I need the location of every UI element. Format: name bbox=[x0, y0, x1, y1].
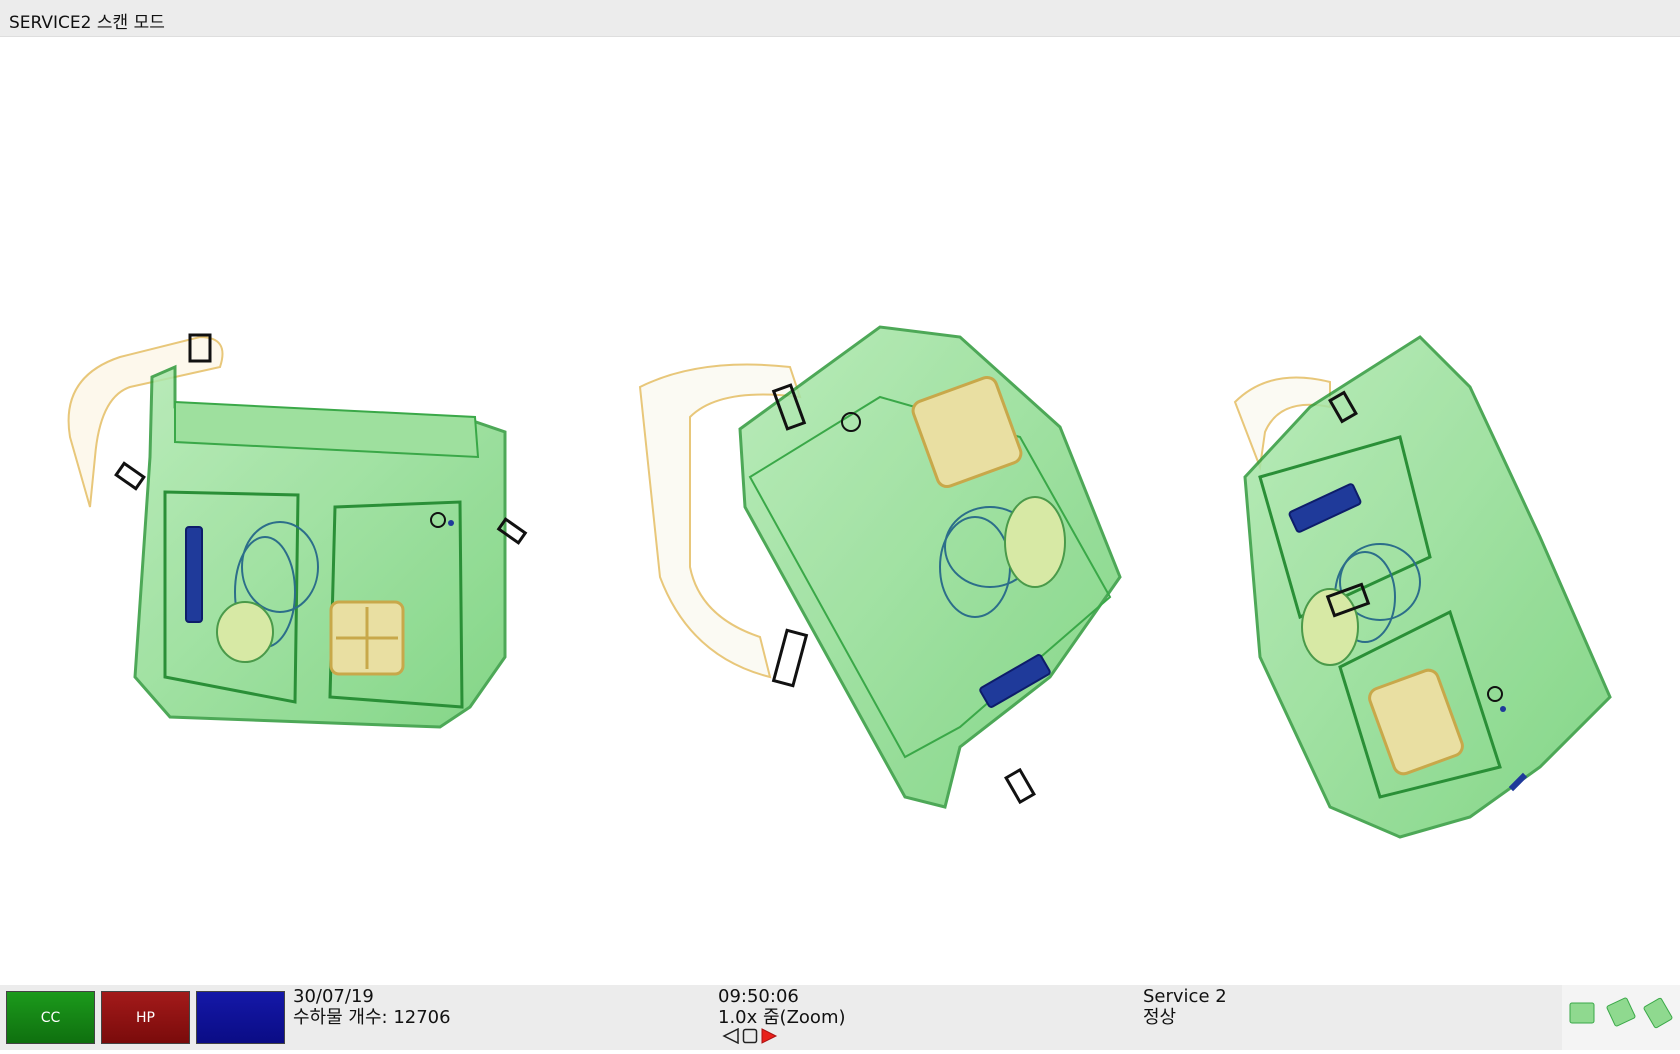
xray-bag-3 bbox=[1233, 335, 1612, 839]
zoom-text: 1.0x 줌(Zoom) bbox=[718, 1007, 846, 1028]
cc-button[interactable]: CC bbox=[6, 991, 95, 1044]
square-outline-icon[interactable] bbox=[742, 1028, 758, 1048]
station-text: Service 2 bbox=[1143, 986, 1227, 1007]
thumbnail-bag-1[interactable] bbox=[1569, 1002, 1595, 1024]
date-text: 30/07/19 bbox=[293, 986, 374, 1007]
window-title: SERVICE2 스캔 모드 bbox=[9, 13, 165, 33]
time-zoom-info: 09:50:06 1.0x 줌(Zoom) bbox=[718, 986, 846, 1028]
triangle-right-red-icon[interactable] bbox=[760, 1028, 778, 1048]
thumbnail-bag-3[interactable] bbox=[1643, 997, 1673, 1029]
title-bar: SERVICE2 스캔 모드 bbox=[0, 0, 1680, 37]
thumbnail-bag-2[interactable] bbox=[1606, 997, 1636, 1027]
blue-function-button[interactable] bbox=[196, 991, 285, 1044]
date-count-info: 30/07/19 수하물 개수: 12706 bbox=[293, 986, 451, 1028]
station-info: Service 2 정상 bbox=[1143, 986, 1227, 1028]
state-text: 정상 bbox=[1143, 1007, 1177, 1028]
bag-count-value: 12706 bbox=[393, 1007, 451, 1028]
hp-button-label: HP bbox=[136, 1009, 155, 1026]
bag-count-label: 수하물 개수: bbox=[293, 1007, 388, 1028]
hp-button[interactable]: HP bbox=[101, 991, 190, 1044]
cc-button-label: CC bbox=[40, 1009, 61, 1026]
triangle-left-outline-icon[interactable] bbox=[722, 1027, 740, 1048]
image-navigation bbox=[722, 1027, 778, 1048]
xray-image bbox=[67, 325, 1612, 839]
xray-bag-1 bbox=[67, 333, 528, 729]
time-text: 09:50:06 bbox=[718, 986, 799, 1007]
bag-count-line: 수하물 개수: 12706 bbox=[293, 1007, 451, 1028]
thumbnail-strip bbox=[1562, 985, 1680, 1050]
xray-bag-2 bbox=[638, 325, 1122, 809]
xray-scan-view[interactable] bbox=[0, 37, 1680, 985]
